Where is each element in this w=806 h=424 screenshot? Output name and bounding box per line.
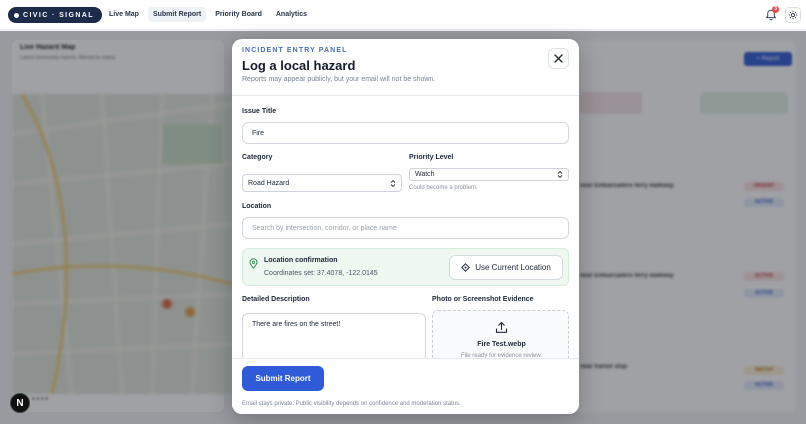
nav-analytics[interactable]: Analytics xyxy=(271,7,312,22)
issue-title-input[interactable]: Fire xyxy=(242,122,569,144)
incident-entry-modal: INCIDENT ENTRY PANEL Log a local hazard … xyxy=(232,39,579,414)
select-arrows-icon xyxy=(390,179,396,187)
priority-value: Watch xyxy=(415,171,435,178)
category-label: Category xyxy=(242,154,273,161)
dev-badge[interactable]: N xyxy=(10,393,30,413)
map-pin-icon xyxy=(249,258,258,269)
location-label: Location xyxy=(242,203,272,210)
use-current-location-button[interactable]: Use Current Location xyxy=(449,255,563,280)
modal-eyebrow: INCIDENT ENTRY PANEL xyxy=(242,47,348,54)
evidence-file-name: Fire Test.webp xyxy=(477,341,526,348)
select-arrows-icon xyxy=(557,170,563,179)
modal-title: Log a local hazard xyxy=(242,58,356,73)
issue-title-label: Issue Title xyxy=(242,108,277,115)
location-search-input[interactable]: Search by intersection, corridor, or pla… xyxy=(242,217,569,239)
description-textarea[interactable]: There are fires on the street! xyxy=(242,313,426,363)
evidence-upload-zone[interactable]: Fire Test.webp File ready for evidence r… xyxy=(432,310,569,363)
notification-badge: 3 xyxy=(772,6,779,13)
priority-label: Priority Level xyxy=(409,154,454,161)
priority-select[interactable]: Watch xyxy=(409,168,569,181)
close-icon xyxy=(554,54,563,63)
category-select[interactable]: Road Hazard xyxy=(242,174,402,192)
evidence-label: Photo or Screenshot Evidence xyxy=(432,296,534,303)
use-current-location-label: Use Current Location xyxy=(475,263,551,272)
nav-submit-report[interactable]: Submit Report xyxy=(147,7,207,22)
brand-logo[interactable]: CIVIC · SIGNAL xyxy=(8,7,102,23)
submit-report-button[interactable]: Submit Report xyxy=(242,366,324,391)
modal-subtitle: Reports may appear publicly, but your em… xyxy=(242,76,436,83)
brand-name: CIVIC · SIGNAL xyxy=(23,11,94,19)
nav-live-map[interactable]: Live Map xyxy=(104,7,144,22)
location-confirmation-box: Location confirmation Coordinates set: 3… xyxy=(242,248,569,286)
main-nav: Live Map Submit Report Priority Board An… xyxy=(104,7,312,22)
privacy-note: Email stays private. Public visibility d… xyxy=(242,401,461,407)
upload-icon xyxy=(495,321,508,333)
settings-button[interactable] xyxy=(785,7,801,23)
description-label: Detailed Description xyxy=(242,296,310,303)
close-button[interactable] xyxy=(548,48,569,69)
category-value: Road Hazard xyxy=(248,179,290,187)
crosshair-icon xyxy=(461,263,471,272)
location-confirmation-title: Location confirmation xyxy=(264,257,338,264)
gear-icon xyxy=(788,10,798,20)
location-coordinates: Coordinates set: 37.4078, -122.0145 xyxy=(264,270,378,277)
modal-header: INCIDENT ENTRY PANEL Log a local hazard … xyxy=(232,39,579,96)
brand-dot-icon xyxy=(14,12,19,18)
top-nav-bar: CIVIC · SIGNAL Live Map Submit Report Pr… xyxy=(0,0,806,30)
nav-priority-board[interactable]: Priority Board xyxy=(210,7,267,22)
priority-hint: Could become a problem. xyxy=(409,185,478,191)
modal-footer: Submit Report Email stays private. Publi… xyxy=(232,358,579,414)
